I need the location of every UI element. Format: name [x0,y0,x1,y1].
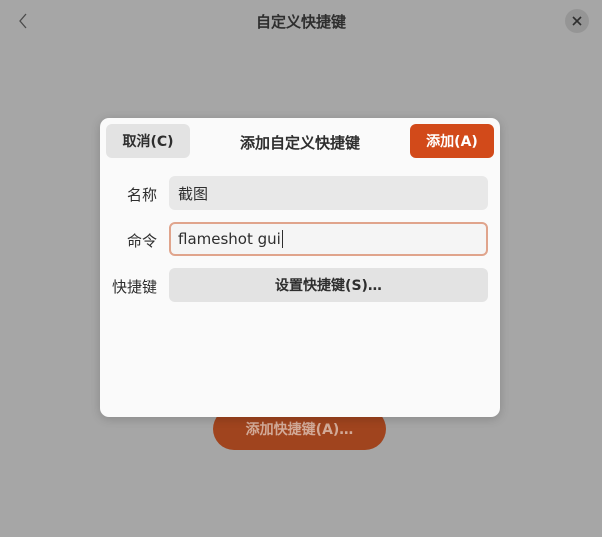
set-shortcut-button[interactable]: 设置快捷键(S)… [169,268,488,302]
name-field[interactable]: 截图 [169,176,488,210]
command-field[interactable]: flameshot gui [169,222,488,256]
text-caret [281,230,283,248]
add-button[interactable]: 添加(A) [410,124,494,158]
name-label: 名称 [126,186,157,204]
command-field-value: flameshot gui [178,230,281,248]
shortcut-label: 快捷键 [111,278,157,296]
add-custom-shortcut-dialog: 取消(C) 添加自定义快捷键 添加(A) 名称 截图 命令 flameshot … [100,118,500,417]
header-bar: 自定义快捷键 [0,0,602,42]
close-icon [572,16,582,26]
name-field-value: 截图 [178,184,209,203]
window-title: 自定义快捷键 [255,13,346,31]
settings-window: 自定义快捷键 添加快捷键(A)… 取消(C) 添加自定义快捷键 添加(A) 名称… [0,0,602,537]
dialog-title: 添加自定义快捷键 [239,134,360,152]
cancel-button[interactable]: 取消(C) [106,124,190,158]
command-label: 命令 [126,232,157,250]
close-button[interactable] [565,9,589,33]
